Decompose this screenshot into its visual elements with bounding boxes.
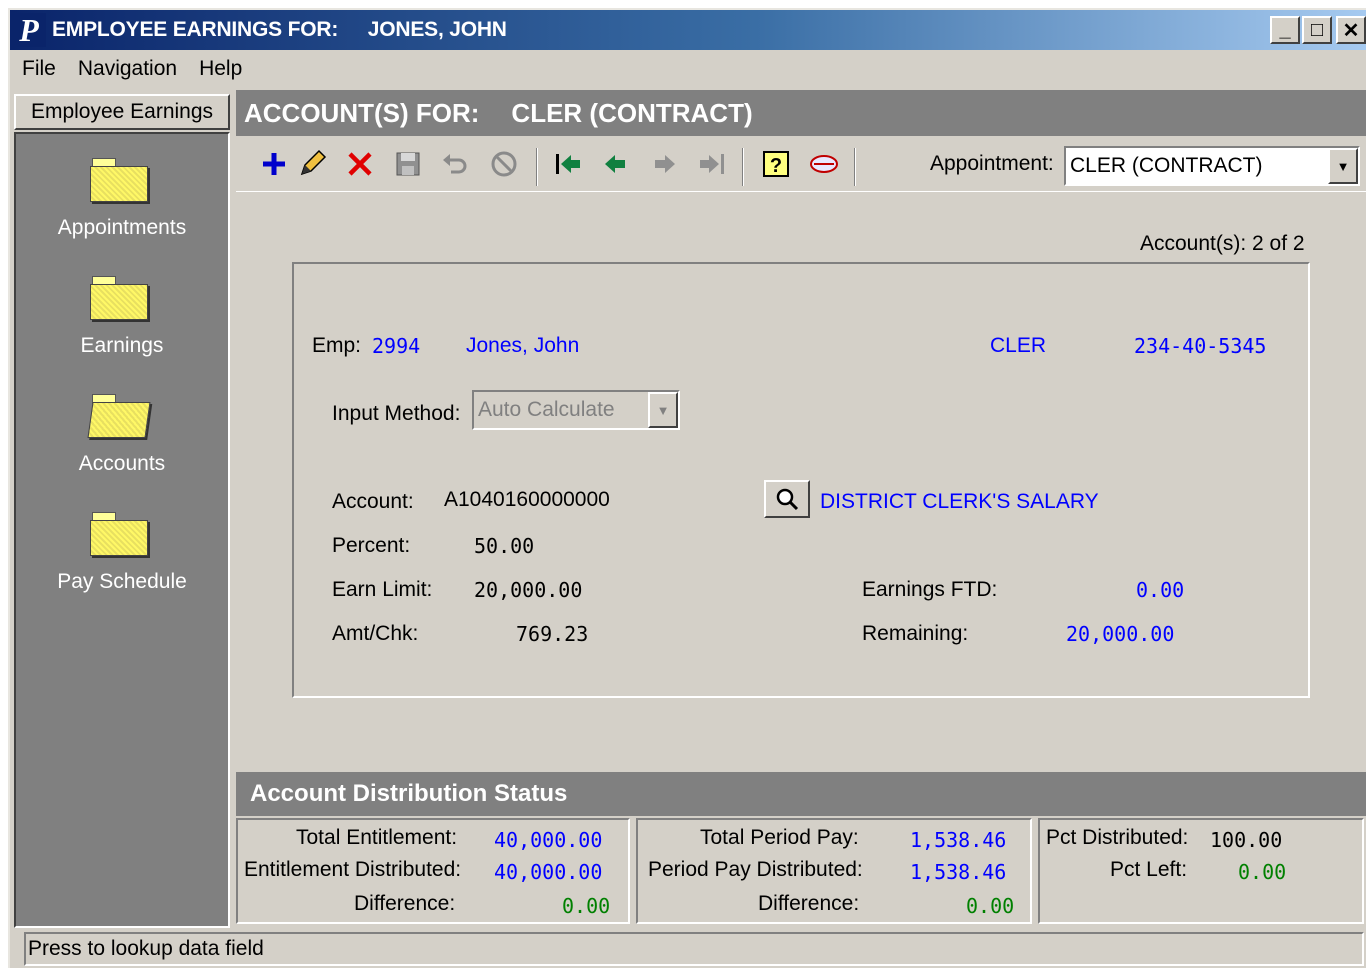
edit-icon[interactable]: [296, 148, 328, 180]
emp-label: Emp:: [312, 334, 362, 357]
header-prefix: ACCOUNT(S) FOR:: [244, 97, 480, 128]
folder-icon[interactable]: [90, 158, 148, 202]
earn-limit-label: Earn Limit:: [332, 578, 433, 601]
period-pay-box: Total Period Pay: 1,538.46 Period Pay Di…: [636, 818, 1032, 924]
difference-value: 0.00: [966, 894, 1015, 918]
emp-number: 2994: [372, 334, 421, 358]
pct-distributed-value: 100.00: [1210, 828, 1283, 852]
menu-file[interactable]: File: [22, 57, 56, 81]
toolbar-separator: [536, 148, 538, 186]
total-entitlement-value: 40,000.00: [494, 828, 603, 852]
accounts-count: Account(s): 2 of 2: [1140, 232, 1305, 255]
toolbar: ? Appointment: CLER (CONTRACT) ▼: [236, 140, 1366, 192]
earnings-ftd-value: 0.00: [1136, 578, 1185, 602]
first-record-icon[interactable]: [552, 148, 584, 180]
minimize-icon: _: [1279, 18, 1291, 41]
appointment-select[interactable]: CLER (CONTRACT) ▼: [1064, 146, 1360, 186]
chevron-down-icon: ▼: [648, 392, 678, 428]
difference-value: 0.00: [562, 894, 611, 918]
status-bar: Press to lookup data field: [24, 932, 1364, 966]
remaining-value: 20,000.00: [1066, 622, 1175, 646]
emp-ssn: 234-40-5345: [1134, 334, 1267, 358]
close-button[interactable]: ✕: [1336, 16, 1366, 44]
page-title: ACCOUNT(S) FOR: CLER (CONTRACT): [236, 90, 1366, 136]
help-icon[interactable]: ?: [760, 148, 792, 180]
difference-label: Difference:: [758, 892, 860, 915]
period-pay-distributed-label: Period Pay Distributed:: [648, 858, 863, 881]
main-window: P EMPLOYEE EARNINGS FOR: JONES, JOHN _ □…: [8, 8, 1366, 968]
sidebar: Appointments Earnings Accounts Pay Sched…: [14, 132, 230, 928]
total-entitlement-label: Total Entitlement:: [296, 826, 458, 849]
sidebar-item-earnings[interactable]: Earnings: [16, 334, 228, 358]
period-pay-distributed-value: 1,538.46: [910, 860, 1007, 884]
sidebar-item-appointments[interactable]: Appointments: [16, 216, 228, 240]
delete-icon[interactable]: [344, 148, 376, 180]
emp-code: CLER: [990, 334, 1047, 357]
close-icon: ✕: [1342, 19, 1360, 42]
input-method-label: Input Method:: [332, 402, 461, 425]
app-logo-icon: P: [12, 13, 46, 47]
input-method-select: Auto Calculate ▼: [472, 390, 680, 430]
title-bar[interactable]: P EMPLOYEE EARNINGS FOR: JONES, JOHN _ □…: [10, 10, 1366, 50]
account-label: Account:: [332, 490, 414, 513]
add-icon[interactable]: [258, 148, 290, 180]
account-detail-panel: Emp: 2994 Jones, John CLER 234-40-5345 I…: [292, 262, 1310, 698]
account-value: A1040160000000: [444, 488, 610, 511]
earnings-ftd-label: Earnings FTD:: [862, 578, 998, 601]
amt-chk-value: 769.23: [516, 622, 589, 646]
earn-limit-value: 20,000.00: [474, 578, 583, 602]
percent-box: Pct Distributed: 100.00 Pct Left: 0.00: [1038, 818, 1364, 924]
pct-distributed-label: Pct Distributed:: [1046, 826, 1189, 849]
menu-navigation[interactable]: Navigation: [78, 57, 177, 81]
appointment-label: Appointment:: [930, 152, 1054, 175]
amt-chk-label: Amt/Chk:: [332, 622, 419, 645]
difference-label: Difference:: [354, 892, 456, 915]
window-title: EMPLOYEE EARNINGS FOR: JONES, JOHN: [52, 18, 507, 42]
toolbar-separator: [854, 148, 856, 186]
lookup-button[interactable]: [764, 480, 810, 518]
save-icon[interactable]: [392, 148, 424, 180]
entitlement-distributed-label: Entitlement Distributed:: [244, 858, 462, 881]
maximize-icon: □: [1310, 18, 1324, 41]
percent-value: 50.00: [474, 534, 535, 558]
total-period-pay-label: Total Period Pay:: [700, 826, 859, 849]
maximize-button[interactable]: □: [1302, 16, 1332, 44]
title-employee-name: JONES, JOHN: [367, 18, 507, 41]
pct-left-value: 0.00: [1238, 860, 1287, 884]
total-period-pay-value: 1,538.46: [910, 828, 1007, 852]
last-record-icon[interactable]: [696, 148, 728, 180]
remaining-label: Remaining:: [862, 622, 969, 645]
pct-left-label: Pct Left:: [1110, 858, 1188, 881]
entitlement-distributed-value: 40,000.00: [494, 860, 603, 884]
next-record-icon[interactable]: [648, 148, 680, 180]
header-value: CLER (CONTRACT): [511, 97, 753, 128]
sidebar-tab-employee-earnings[interactable]: Employee Earnings: [14, 94, 230, 130]
distribution-status-title: Account Distribution Status: [236, 772, 1366, 816]
previous-record-icon[interactable]: [600, 148, 632, 180]
minimize-button[interactable]: _: [1270, 16, 1300, 44]
menu-help[interactable]: Help: [199, 57, 242, 81]
percent-label: Percent:: [332, 534, 411, 557]
sidebar-item-pay-schedule[interactable]: Pay Schedule: [16, 570, 228, 594]
menu-bar: File Navigation Help: [10, 50, 1366, 88]
emp-name: Jones, John: [466, 334, 580, 357]
open-folder-icon[interactable]: [87, 394, 151, 438]
chevron-down-icon[interactable]: ▼: [1328, 148, 1358, 184]
cancel-icon[interactable]: [488, 148, 520, 180]
web-icon[interactable]: [808, 148, 840, 180]
sidebar-item-accounts[interactable]: Accounts: [16, 452, 228, 476]
svg-text:?: ?: [770, 155, 782, 177]
folder-icon[interactable]: [90, 512, 148, 556]
title-prefix: EMPLOYEE EARNINGS FOR:: [52, 18, 339, 41]
entitlement-box: Total Entitlement: 40,000.00 Entitlement…: [236, 818, 630, 924]
input-method-value: Auto Calculate: [478, 398, 615, 421]
undo-icon[interactable]: [440, 148, 472, 180]
search-icon: [776, 488, 799, 511]
account-description: DISTRICT CLERK'S SALARY: [820, 490, 1099, 513]
toolbar-separator: [742, 148, 744, 186]
appointment-select-value: CLER (CONTRACT): [1070, 154, 1263, 177]
folder-icon[interactable]: [90, 276, 148, 320]
